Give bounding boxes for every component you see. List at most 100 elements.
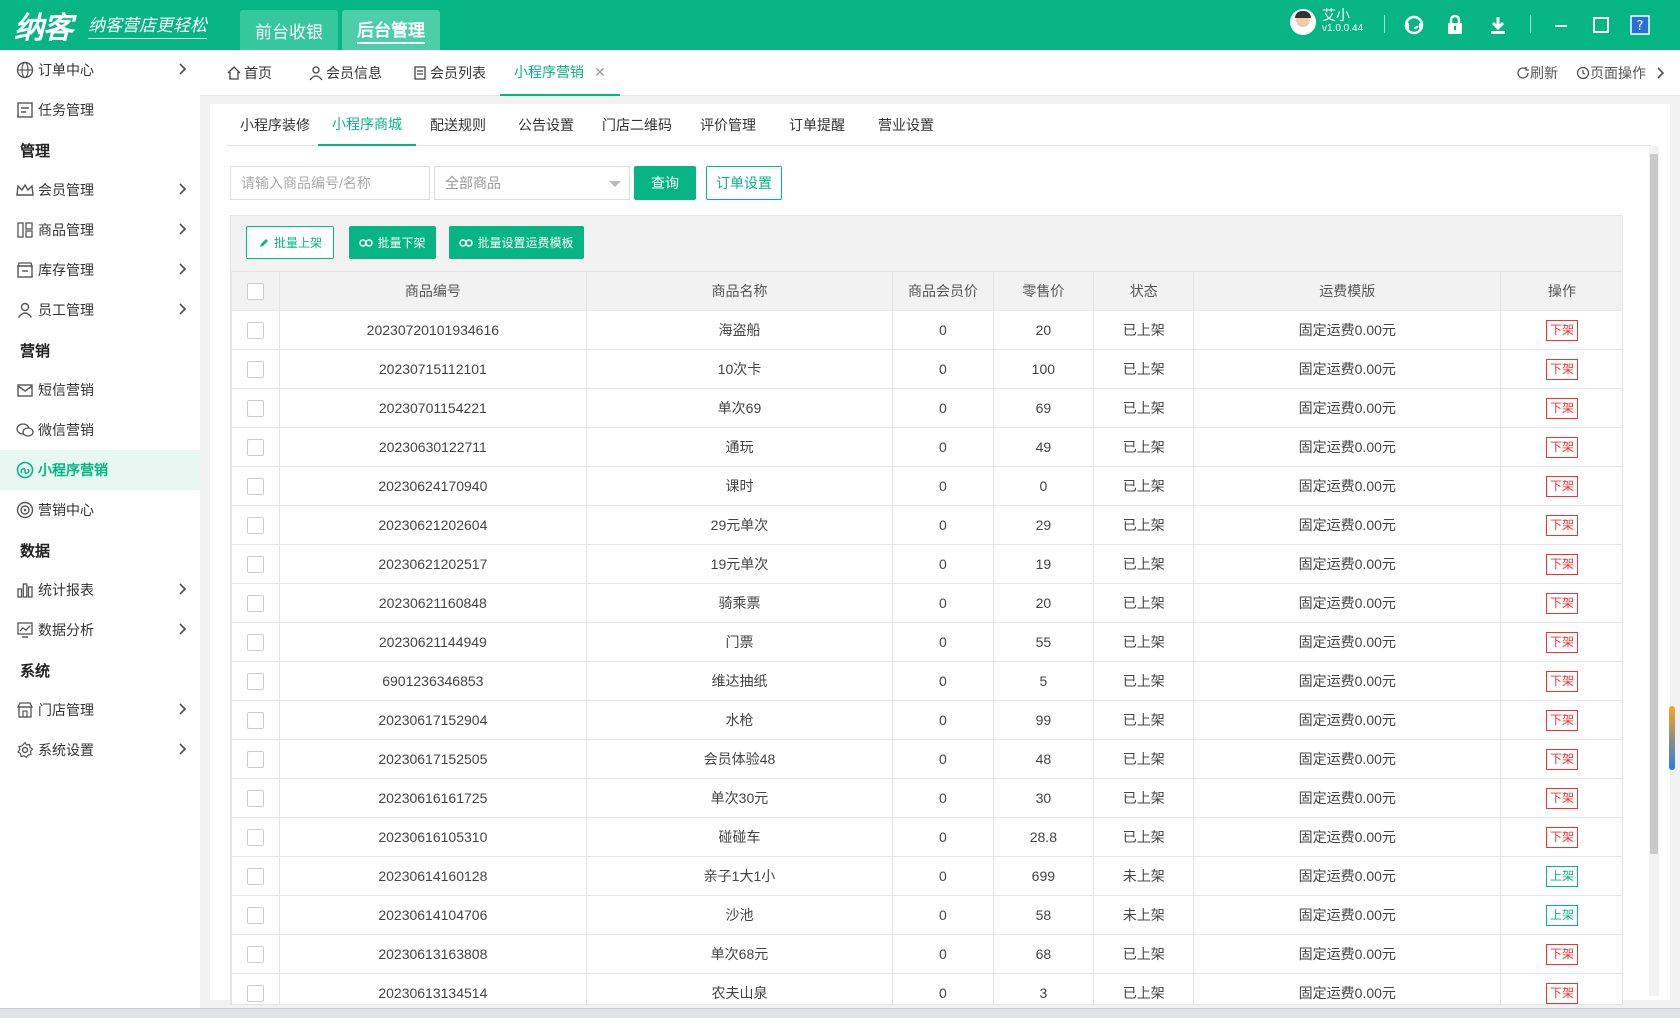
list-off-button[interactable]: 下架 xyxy=(1546,592,1579,614)
tab-backend-admin[interactable]: 后台管理 xyxy=(342,10,440,50)
row-checkbox[interactable] xyxy=(247,321,265,339)
row-checkbox[interactable] xyxy=(247,477,265,495)
sidebar-item[interactable]: 统计报表 xyxy=(0,570,200,610)
list-off-button[interactable]: 下架 xyxy=(1546,397,1579,419)
subtab[interactable]: 小程序商城 xyxy=(318,104,416,146)
list-off-button[interactable]: 下架 xyxy=(1546,436,1579,458)
row-checkbox[interactable] xyxy=(247,555,265,573)
batch-on-button[interactable]: 批量上架 xyxy=(246,226,334,259)
list-off-button[interactable]: 下架 xyxy=(1546,475,1579,497)
list-off-button[interactable]: 下架 xyxy=(1546,826,1579,848)
list-off-button[interactable]: 下架 xyxy=(1546,631,1579,653)
list-off-button[interactable]: 下架 xyxy=(1546,982,1579,1004)
sidebar-item[interactable]: 微信营销 xyxy=(0,410,200,450)
subtab[interactable]: 公告设置 xyxy=(504,104,588,146)
list-off-button[interactable]: 下架 xyxy=(1546,748,1579,770)
lock-icon[interactable] xyxy=(1444,14,1466,36)
sidebar-item[interactable]: 数据分析 xyxy=(0,610,200,650)
row-checkbox[interactable] xyxy=(247,906,265,924)
cell-code: 20230621160848 xyxy=(279,583,587,623)
row-checkbox[interactable] xyxy=(247,633,265,651)
row-checkbox[interactable] xyxy=(247,711,265,729)
batch-shipping-button[interactable]: 批量设置运费模板 xyxy=(449,226,584,259)
row-checkbox[interactable] xyxy=(247,438,265,456)
sidebar-item[interactable]: 系统设置 xyxy=(0,730,200,770)
maximize-icon[interactable] xyxy=(1590,14,1612,36)
list-off-button[interactable]: 下架 xyxy=(1546,670,1579,692)
list-off-button[interactable]: 下架 xyxy=(1546,787,1579,809)
row-checkbox[interactable] xyxy=(247,984,265,1002)
select-all-checkbox[interactable] xyxy=(247,282,265,300)
search-input[interactable] xyxy=(230,166,430,200)
list-off-button[interactable]: 下架 xyxy=(1546,319,1579,341)
cell-price: 69 xyxy=(992,388,1095,428)
row-checkbox[interactable] xyxy=(247,945,265,963)
batch-off-button[interactable]: 批量下架 xyxy=(349,226,436,259)
tab-backend-admin-label: 后台管理 xyxy=(357,16,425,44)
row-checkbox[interactable] xyxy=(247,867,265,885)
list-off-button[interactable]: 下架 xyxy=(1546,943,1579,965)
subtab[interactable]: 营业设置 xyxy=(864,104,948,146)
sidebar-item[interactable]: 门店管理 xyxy=(0,690,200,730)
sidebar-item[interactable]: 任务管理 xyxy=(0,90,200,130)
sidebar-item[interactable]: 员工管理 xyxy=(0,290,200,330)
tab-front-cashier[interactable]: 前台收银 xyxy=(240,10,338,50)
sidebar-item-label: 营销中心 xyxy=(38,502,94,518)
list-off-button[interactable]: 下架 xyxy=(1546,358,1579,380)
row-checkbox[interactable] xyxy=(247,399,265,417)
tab-miniprogram-marketing[interactable]: 小程序营销 ✕ xyxy=(500,50,620,96)
divider xyxy=(1530,15,1531,33)
sidebar-item[interactable]: 小程序营销 xyxy=(0,450,200,490)
row-checkbox[interactable] xyxy=(247,594,265,612)
table-row: 20230614104706 沙池 0 58 未上架 固定运费0.00元 上架 xyxy=(231,895,1622,935)
cell-name: 单次69 xyxy=(585,388,894,428)
subtab[interactable]: 订单提醒 xyxy=(775,104,859,146)
cell-code: 20230624170940 xyxy=(279,466,587,506)
sidebar-item[interactable]: 订单中心 xyxy=(0,50,200,90)
order-settings-button[interactable]: 订单设置 xyxy=(706,166,782,200)
user-menu[interactable]: 艾小 v1.0.0.44 xyxy=(1290,8,1363,36)
scrollbar-thumb[interactable] xyxy=(1650,154,1658,854)
tab-home[interactable]: 首页 xyxy=(226,50,272,96)
row-checkbox[interactable] xyxy=(247,672,265,690)
row-checkbox[interactable] xyxy=(247,750,265,768)
download-icon[interactable] xyxy=(1487,14,1509,36)
tab-member-info[interactable]: 会员信息 xyxy=(308,50,382,96)
cell-action: 下架 xyxy=(1500,583,1622,623)
subtab[interactable]: 门店二维码 xyxy=(588,104,686,146)
close-icon[interactable]: ✕ xyxy=(594,64,606,81)
table-row: 20230616161725 单次30元 0 30 已上架 固定运费0.00元 下架 xyxy=(231,778,1622,818)
sidebar-item[interactable]: 会员管理 xyxy=(0,170,200,210)
refresh-button[interactable]: 刷新 xyxy=(1516,63,1558,83)
list-off-button[interactable]: 下架 xyxy=(1546,553,1579,575)
category-select-value: 全部商品 xyxy=(445,175,501,191)
row-checkbox[interactable] xyxy=(247,360,265,378)
page-ops-button[interactable]: 页面操作 xyxy=(1576,63,1666,83)
customer-service-icon[interactable] xyxy=(1403,14,1425,36)
cell-name: 门票 xyxy=(585,622,894,662)
subtab[interactable]: 配送规则 xyxy=(416,104,500,146)
tab-member-list[interactable]: 会员列表 xyxy=(412,50,486,96)
cell-action: 下架 xyxy=(1500,661,1622,701)
cell-status: 未上架 xyxy=(1093,856,1195,896)
sidebar-group-label: 管理 xyxy=(20,142,51,160)
subtab[interactable]: 评价管理 xyxy=(686,104,770,146)
row-checkbox[interactable] xyxy=(247,828,265,846)
sidebar-item[interactable]: 商品管理 xyxy=(0,210,200,250)
cell-price: 55 xyxy=(992,622,1095,662)
minimize-icon[interactable] xyxy=(1550,14,1572,36)
list-on-button[interactable]: 上架 xyxy=(1546,865,1579,887)
subtab[interactable]: 小程序装修 xyxy=(226,104,324,146)
category-select[interactable]: 全部商品 xyxy=(434,166,630,200)
row-checkbox[interactable] xyxy=(247,789,265,807)
cell-price: 699 xyxy=(992,856,1095,896)
sidebar-item[interactable]: 短信营销 xyxy=(0,370,200,410)
query-button[interactable]: 查询 xyxy=(634,166,696,200)
sidebar-item[interactable]: 营销中心 xyxy=(0,490,200,530)
sidebar-item[interactable]: 库存管理 xyxy=(0,250,200,290)
list-off-button[interactable]: 下架 xyxy=(1546,514,1579,536)
list-on-button[interactable]: 上架 xyxy=(1546,904,1579,926)
row-checkbox[interactable] xyxy=(247,516,265,534)
list-off-button[interactable]: 下架 xyxy=(1546,709,1579,731)
help-icon[interactable]: ? xyxy=(1629,14,1651,36)
